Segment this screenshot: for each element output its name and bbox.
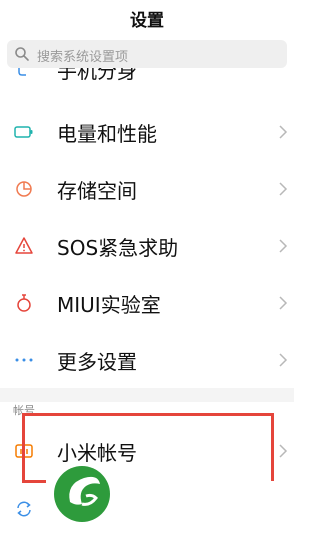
chevron-right-icon xyxy=(279,444,288,458)
section-divider xyxy=(0,388,294,402)
list-item-partial[interactable]: 手机分身 xyxy=(0,68,294,88)
leaf-logo-icon xyxy=(54,466,110,522)
chevron-right-icon xyxy=(279,182,288,196)
list-item-label: 手机分身 xyxy=(57,68,137,83)
list-item-label: 更多设置 xyxy=(57,350,137,374)
list-item-label: 存储空间 xyxy=(57,179,137,203)
chevron-right-icon xyxy=(279,353,288,367)
lab-flask-icon xyxy=(17,294,31,312)
list-item-label: SOS紧急求助 xyxy=(57,236,179,260)
annotation-highlight-edge xyxy=(22,480,46,483)
search-icon xyxy=(15,47,29,61)
search-placeholder: 搜索系统设置项 xyxy=(37,50,129,65)
chevron-right-icon xyxy=(279,296,288,310)
phone-clone-icon xyxy=(18,68,26,76)
list-item-more-settings[interactable]: 更多设置 xyxy=(0,331,294,389)
chevron-right-icon xyxy=(279,125,288,139)
chevron-right-icon xyxy=(279,239,288,253)
page-title: 设置 xyxy=(130,11,164,31)
list-item-label: 电量和性能 xyxy=(57,122,157,146)
storage-pie-icon xyxy=(16,181,32,197)
more-dots-icon xyxy=(15,358,33,362)
sync-icon xyxy=(17,501,31,517)
list-item-sync[interactable] xyxy=(0,480,294,538)
list-item-storage[interactable]: 存储空间 xyxy=(0,160,294,218)
list-item-sos[interactable]: SOS紧急求助 xyxy=(0,217,294,275)
battery-icon xyxy=(14,126,33,138)
list-item-miui-lab[interactable]: MIUI实验室 xyxy=(0,274,294,332)
list-item-label: MIUI实验室 xyxy=(57,293,161,317)
list-item-battery[interactable]: 电量和性能 xyxy=(0,103,294,161)
search-bar[interactable]: 搜索系统设置项 xyxy=(7,40,287,68)
sos-warning-icon xyxy=(15,237,33,254)
